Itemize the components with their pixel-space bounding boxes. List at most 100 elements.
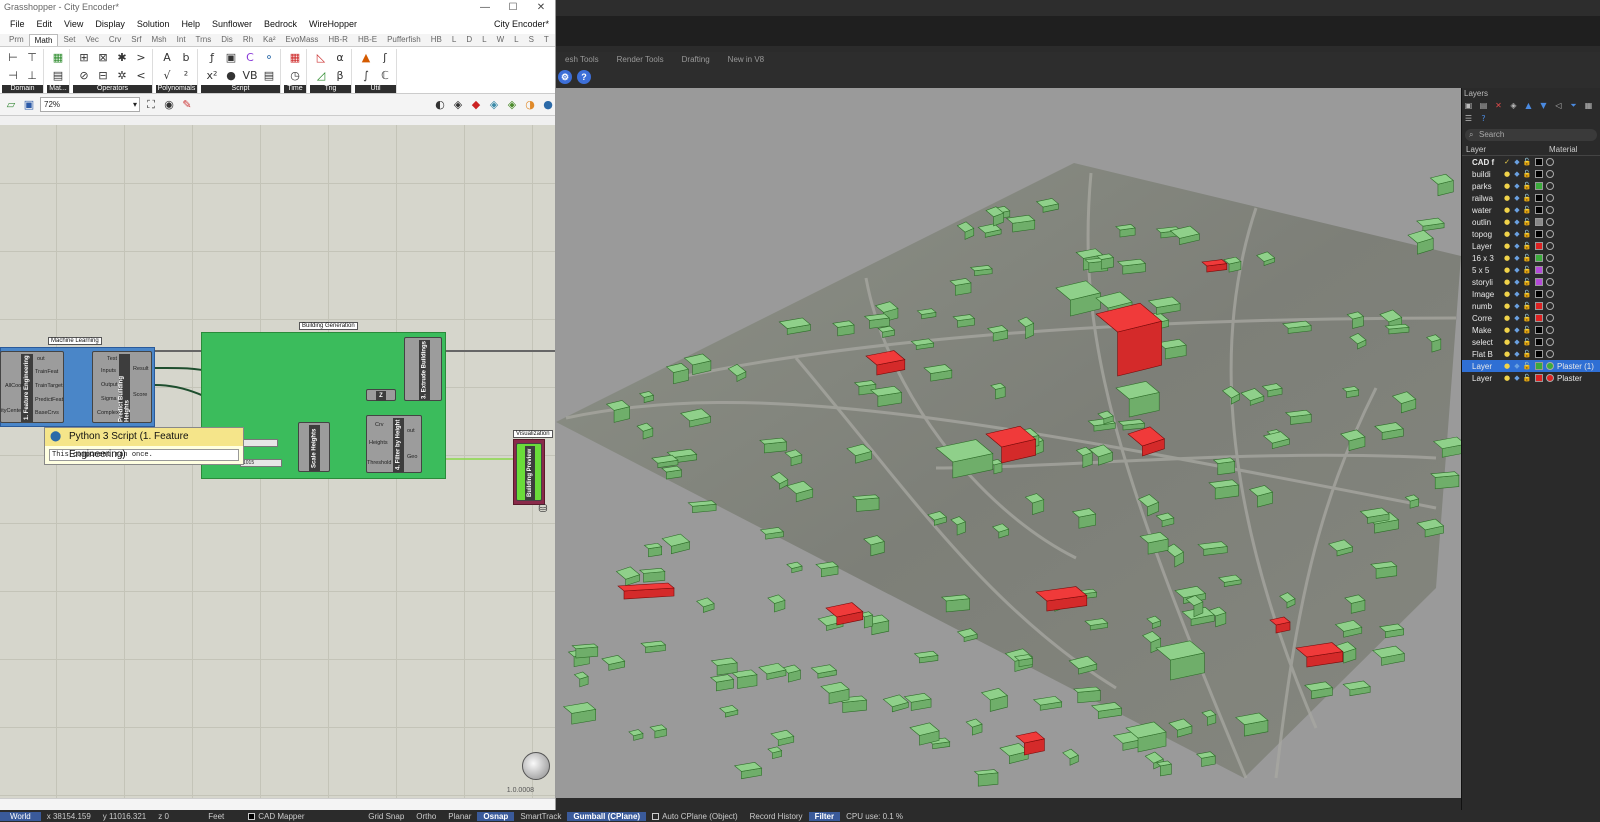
lock-icon[interactable]: 🔓 (1522, 326, 1532, 334)
menu-display[interactable]: Display (89, 19, 131, 29)
tab-l[interactable]: L (509, 34, 523, 46)
grid-icon[interactable]: ▦ (1584, 101, 1593, 110)
tab-int[interactable]: Int (172, 34, 191, 46)
layer-color-swatch[interactable] (1535, 254, 1543, 262)
delete-layer-icon[interactable]: ✕ (1494, 101, 1503, 110)
polynomial-icon[interactable]: ² (178, 67, 194, 83)
util-icon[interactable]: ∫ (358, 67, 374, 83)
visibility-bulb-icon[interactable]: ● (1502, 206, 1512, 214)
material-icon[interactable] (1546, 338, 1554, 346)
minimize-icon[interactable]: — (471, 2, 499, 13)
layer-color-swatch[interactable] (1535, 194, 1543, 202)
save-icon[interactable]: ▣ (22, 98, 36, 112)
layer-color-swatch[interactable] (1535, 182, 1543, 190)
print-icon[interactable]: ◆ (1512, 326, 1522, 334)
layer-color-swatch[interactable] (1535, 218, 1543, 226)
tab-ka-[interactable]: Ka² (258, 34, 280, 46)
print-icon[interactable]: ◆ (1512, 182, 1522, 190)
render-icon[interactable]: ◑ (523, 98, 537, 112)
tab-crv[interactable]: Crv (104, 34, 126, 46)
operator-icon[interactable]: ✲ (114, 67, 130, 83)
alpha-icon[interactable]: α (332, 49, 348, 65)
layer-color-swatch[interactable] (1535, 302, 1543, 310)
print-icon[interactable]: ◆ (1512, 158, 1522, 166)
material-icon[interactable] (1546, 158, 1554, 166)
menu-edit[interactable]: Edit (31, 19, 59, 29)
lock-icon[interactable]: 🔓 (1522, 242, 1532, 250)
tab-s[interactable]: S (524, 34, 539, 46)
print-icon[interactable]: ◆ (1512, 374, 1522, 382)
lock-icon[interactable]: 🔓 (1522, 362, 1532, 370)
print-icon[interactable]: ◆ (1512, 338, 1522, 346)
material-icon[interactable] (1546, 278, 1554, 286)
layer-name[interactable]: railwa (1462, 194, 1502, 203)
layer-name[interactable]: water (1462, 206, 1502, 215)
tab-drafting[interactable]: Drafting (673, 55, 719, 64)
lock-icon[interactable]: 🔓 (1522, 350, 1532, 358)
csharp-icon[interactable]: C (242, 49, 258, 65)
tab-d[interactable]: D (461, 34, 477, 46)
layer-color-swatch[interactable] (1535, 266, 1543, 274)
layer-name[interactable]: Layer (1462, 362, 1502, 371)
vb-icon[interactable]: VB (242, 67, 258, 83)
layer-color-swatch[interactable] (1535, 206, 1543, 214)
menu-wirehopper[interactable]: WireHopper (303, 19, 363, 29)
lock-icon[interactable]: 🔓 (1522, 278, 1532, 286)
visibility-bulb-icon[interactable]: ● (1502, 362, 1512, 370)
tab-t[interactable]: T (539, 34, 554, 46)
layer-row[interactable]: Image ● ◆ 🔓 (1462, 288, 1600, 300)
doc-name[interactable]: City Encoder* (488, 19, 555, 29)
lock-icon[interactable]: 🔓 (1522, 314, 1532, 322)
layer-name[interactable]: CAD f (1462, 158, 1502, 167)
tab-hb-e[interactable]: HB-E (353, 34, 382, 46)
lock-icon[interactable]: 🔓 (1522, 170, 1532, 178)
lock-icon[interactable]: 🔓 (1522, 158, 1532, 166)
material-icon[interactable] (1546, 302, 1554, 310)
tab-rh[interactable]: Rh (238, 34, 258, 46)
open-file-icon[interactable]: ▱ (4, 98, 18, 112)
material-icon[interactable] (1546, 254, 1554, 262)
layer-row[interactable]: 5 x 5 ● ◆ 🔓 (1462, 264, 1600, 276)
visibility-bulb-icon[interactable]: ● (1502, 242, 1512, 250)
beta-icon[interactable]: β (332, 67, 348, 83)
tab-set[interactable]: Set (58, 34, 80, 46)
menu-bedrock[interactable]: Bedrock (258, 19, 303, 29)
print-icon[interactable]: ◆ (1512, 242, 1522, 250)
tab-w[interactable]: W (492, 34, 510, 46)
polynomial-icon[interactable]: √ (159, 67, 175, 83)
print-icon[interactable]: ◆ (1512, 194, 1522, 202)
collapse-icon[interactable]: ◁ (1554, 101, 1563, 110)
feature-engineering-component[interactable]: 1. Feature Engineering out TrainFeat All… (0, 351, 64, 423)
extrude-buildings-component[interactable]: 3. Extrude Buildings (404, 337, 442, 401)
tab-hb-r[interactable]: HB-R (323, 34, 353, 46)
auto-cplane-toggle[interactable]: Auto CPlane (Object) (646, 812, 744, 821)
layer-name[interactable]: Make (1462, 326, 1502, 335)
material-icon[interactable] (1546, 230, 1554, 238)
gh-canvas[interactable]: Machine Learning 1. Feature Engineering … (0, 125, 555, 798)
gumball-toggle[interactable]: Gumball (CPlane) (567, 811, 647, 821)
layer-row[interactable]: Corre ● ◆ 🔓 (1462, 312, 1600, 324)
layer-icon[interactable]: ◈ (1509, 101, 1518, 110)
z-vector-component[interactable]: Z (366, 389, 396, 401)
curve-icon[interactable]: ʃ (377, 49, 393, 65)
layer-color-swatch[interactable] (1535, 230, 1543, 238)
ortho-toggle[interactable]: Ortho (410, 812, 442, 821)
grid-snap-toggle[interactable]: Grid Snap (362, 812, 410, 821)
print-icon[interactable]: ◆ (1512, 278, 1522, 286)
tab-trns[interactable]: Trns (191, 34, 217, 46)
move-down-icon[interactable]: ▼ (1539, 101, 1548, 110)
material-icon[interactable] (1546, 242, 1554, 250)
zoom-select[interactable]: 72% (40, 97, 140, 112)
layer-row[interactable]: Make ● ◆ 🔓 (1462, 324, 1600, 336)
lock-icon[interactable]: 🔓 (1522, 290, 1532, 298)
material-icon[interactable] (1546, 326, 1554, 334)
layer-name[interactable]: parks (1462, 182, 1502, 191)
visibility-bulb-icon[interactable]: ● (1502, 302, 1512, 310)
print-icon[interactable]: ◆ (1512, 206, 1522, 214)
preview-off-icon[interactable]: ◐ (433, 98, 447, 112)
util-icon[interactable]: ℂ (377, 67, 393, 83)
calendar-icon[interactable]: ▦ (287, 49, 303, 65)
preview-wire-icon[interactable]: ◈ (451, 98, 465, 112)
rhino-tool-icon[interactable]: ⚙ (558, 70, 572, 84)
print-icon[interactable]: ◆ (1512, 302, 1522, 310)
